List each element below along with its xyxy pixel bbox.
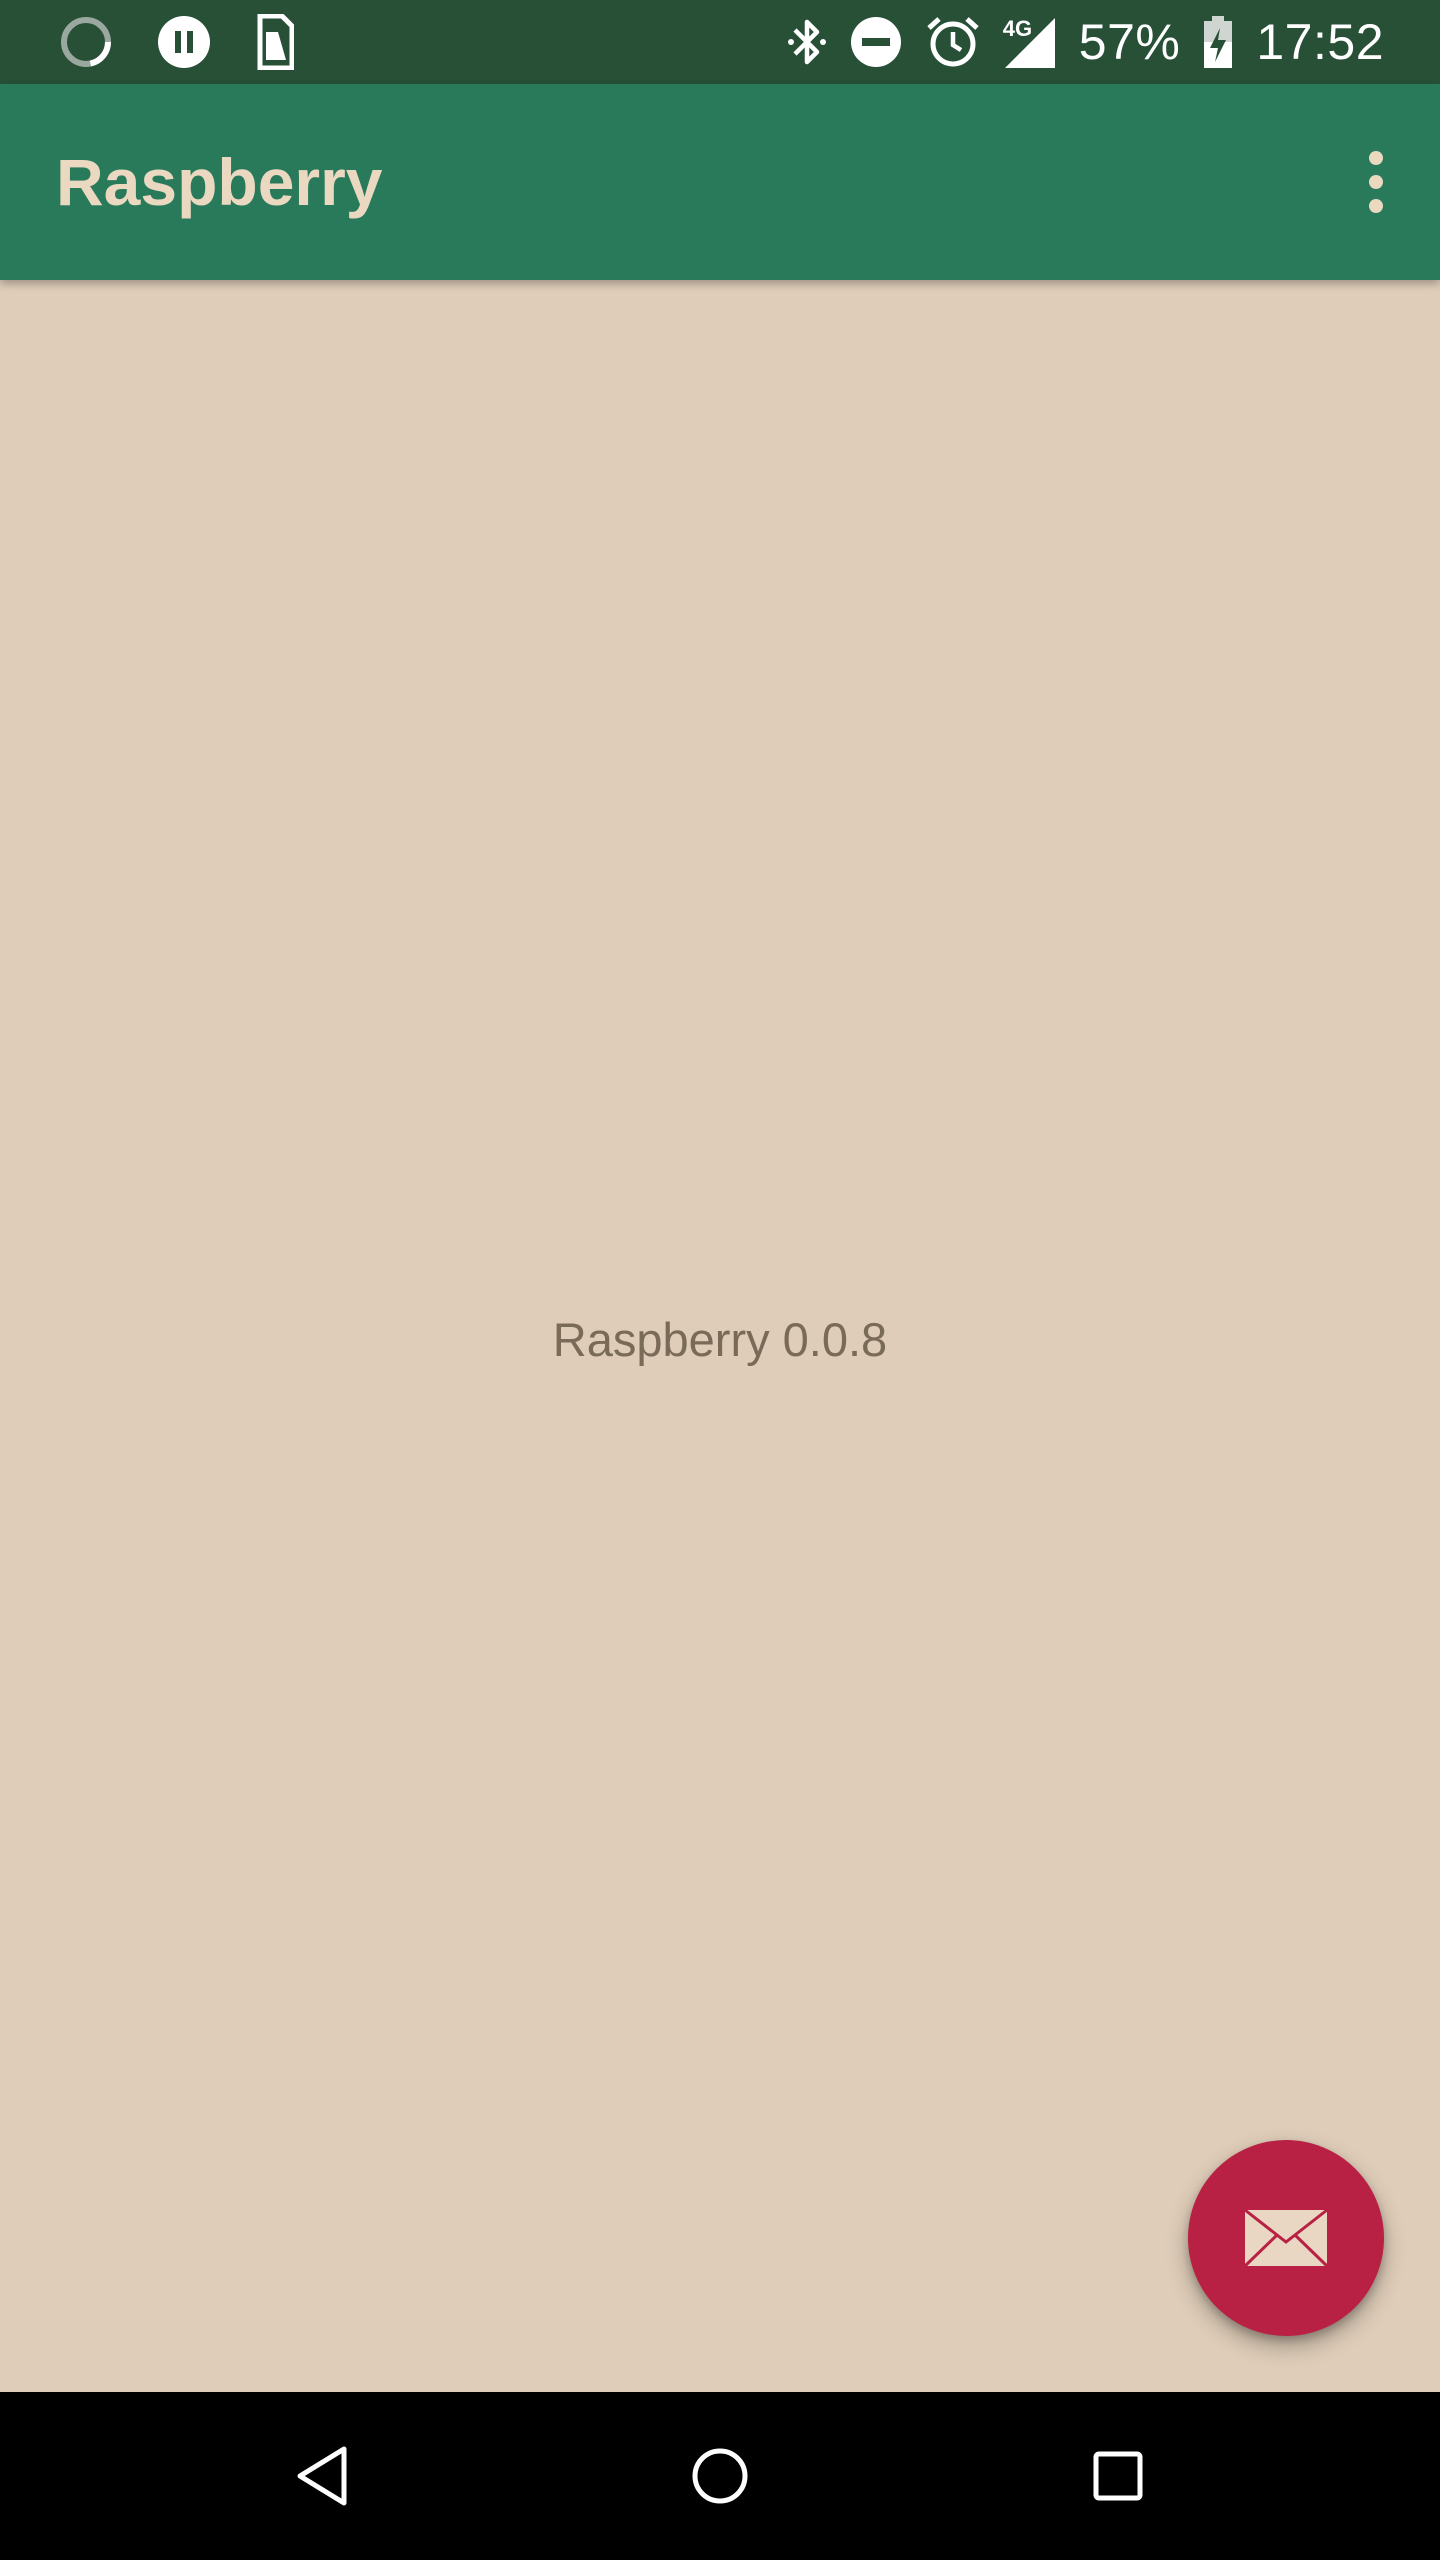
network-type-label: 4G (1002, 16, 1033, 41)
pause-circle-icon (156, 14, 212, 70)
status-bar: 4G 57% 17:52 (0, 0, 1440, 84)
app-title: Raspberry (56, 145, 383, 219)
main-content: Raspberry 0.0.8 (0, 280, 1440, 2392)
loading-circle-icon (60, 16, 112, 68)
do-not-disturb-icon (849, 15, 903, 69)
back-icon (294, 2445, 350, 2507)
alarm-icon (925, 14, 981, 70)
version-label: Raspberry 0.0.8 (552, 1313, 888, 1366)
nav-recents-button[interactable] (1038, 2392, 1198, 2560)
sim-card-icon (256, 14, 294, 70)
home-icon (691, 2447, 749, 2505)
app-screen: 4G 57% 17:52 Raspberry Raspberry 0.0.8 (0, 0, 1440, 2560)
cell-signal-icon: 4G (1003, 14, 1057, 70)
app-bar: Raspberry (0, 84, 1440, 280)
navigation-bar (0, 2392, 1440, 2560)
battery-charging-icon (1202, 14, 1234, 70)
mail-icon (1243, 2208, 1329, 2268)
bluetooth-icon (787, 14, 827, 70)
more-vert-icon (1369, 151, 1383, 213)
status-left-icons (60, 0, 294, 84)
compose-mail-button[interactable] (1188, 2140, 1384, 2336)
more-options-button[interactable] (1340, 132, 1412, 232)
nav-back-button[interactable] (242, 2392, 402, 2560)
recents-icon (1092, 2450, 1144, 2502)
status-time: 17:52 (1256, 14, 1384, 70)
status-right-icons: 4G 57% 17:52 (787, 0, 1384, 84)
nav-home-button[interactable] (640, 2392, 800, 2560)
battery-percent: 57% (1078, 14, 1181, 70)
